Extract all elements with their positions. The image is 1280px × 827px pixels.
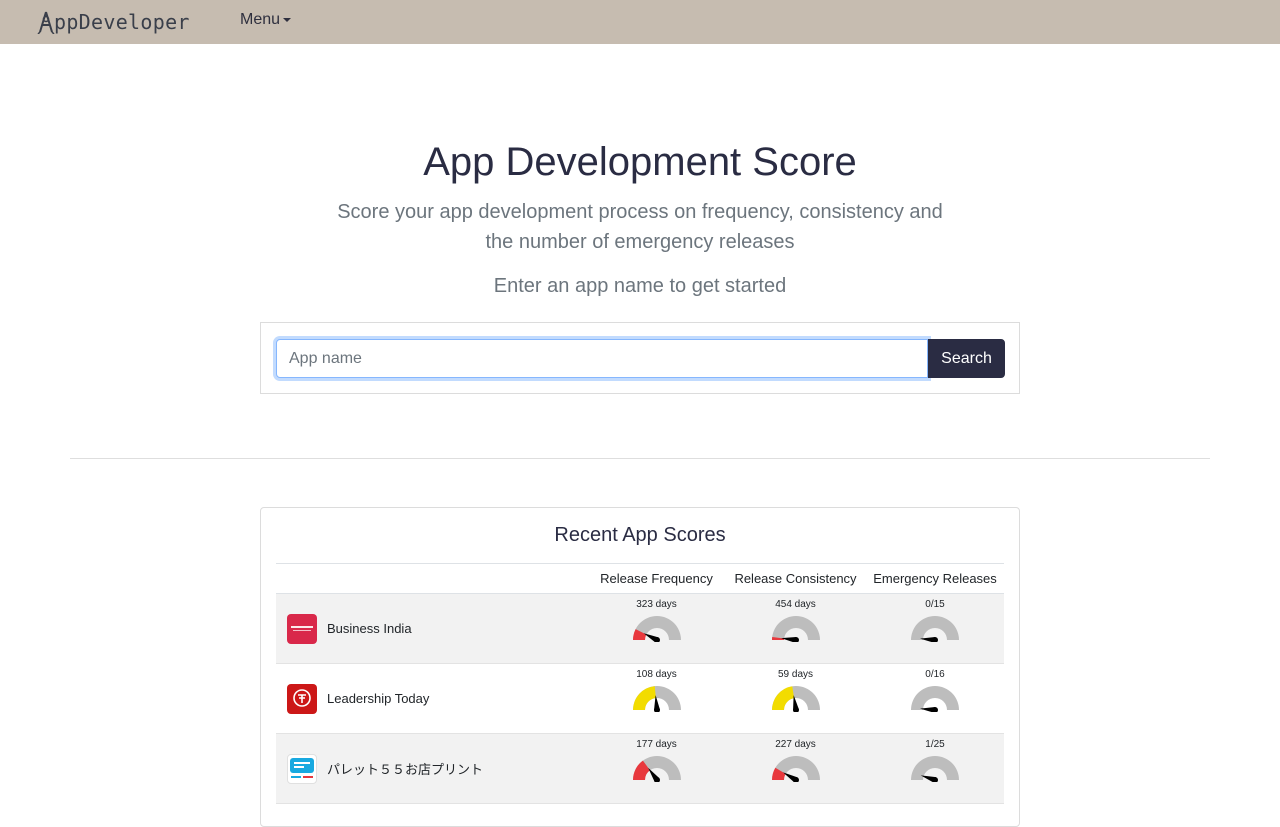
column-header-frequency: Release Frequency [588, 563, 725, 594]
consistency-value: 454 days [775, 599, 816, 610]
recent-scores-table: Release Frequency Release Consistency Em… [276, 563, 1004, 804]
brand-name: ppDeveloper [54, 10, 190, 34]
consistency-value: 59 days [777, 669, 814, 680]
search-card: Search [260, 322, 1020, 394]
frequency-gauge [632, 616, 681, 642]
table-row[interactable]: Leadership Today 108 days 59 days 0/16 [276, 663, 1004, 734]
consistency-gauge [771, 756, 820, 782]
gauge-fill [771, 686, 794, 710]
emergency-gauge [911, 616, 959, 642]
emergency-gauge [911, 756, 959, 782]
app-name-input[interactable] [276, 339, 928, 378]
consistency-value: 227 days [775, 739, 816, 750]
gauge-track [911, 686, 959, 710]
app-name[interactable]: Business India [327, 621, 412, 636]
menu-dropdown[interactable]: Menu [240, 11, 292, 29]
emergency-value: 0/16 [925, 669, 945, 680]
table-header-row: Release Frequency Release Consistency Em… [276, 563, 1004, 594]
business-india-icon [287, 613, 317, 644]
table-row[interactable]: Business India 323 days 454 days 0/15 [276, 593, 1004, 664]
recent-scores-title: Recent App Scores [554, 524, 726, 546]
page-subtitle: Score your app development process on fr… [337, 201, 943, 253]
palette-55-icon [287, 753, 317, 784]
gauge-track [911, 616, 959, 640]
frequency-value: 177 days [636, 739, 677, 750]
frequency-value: 323 days [636, 599, 677, 610]
gauge-track [911, 756, 959, 780]
frequency-value: 108 days [636, 669, 677, 680]
consistency-gauge [771, 616, 820, 642]
frequency-gauge [632, 686, 681, 712]
column-header-app [276, 563, 588, 594]
search-prompt: Enter an app name to get started [493, 275, 787, 297]
menu-label: Menu [240, 11, 281, 28]
column-header-emergency: Emergency Releases [866, 563, 1004, 594]
caret-down-icon [283, 18, 292, 22]
navbar: ppDeveloper Menu [0, 0, 1280, 44]
section-divider [70, 458, 1210, 459]
emergency-value: 1/25 [925, 739, 945, 750]
emergency-gauge [911, 686, 959, 712]
app-name[interactable]: パレット５５お店プリント [327, 759, 483, 778]
search-button[interactable]: Search [928, 339, 1005, 378]
recent-scores-card: Recent App Scores Release Frequency Rele… [260, 507, 1020, 827]
frequency-gauge [632, 756, 681, 782]
leadership-today-icon [287, 683, 317, 714]
emergency-value: 0/15 [925, 599, 945, 610]
page-title: App Development Score [423, 140, 857, 184]
consistency-gauge [771, 686, 820, 712]
table-row[interactable]: パレット５５お店プリント 177 days 227 days 1/25 [276, 733, 1004, 804]
gauge-track [771, 616, 820, 640]
brand-logo[interactable]: ppDeveloper [37, 8, 190, 36]
app-name[interactable]: Leadership Today [327, 691, 429, 706]
gauge-fill [632, 686, 656, 710]
rocket-a-icon [37, 11, 55, 34]
column-header-consistency: Release Consistency [725, 563, 866, 594]
